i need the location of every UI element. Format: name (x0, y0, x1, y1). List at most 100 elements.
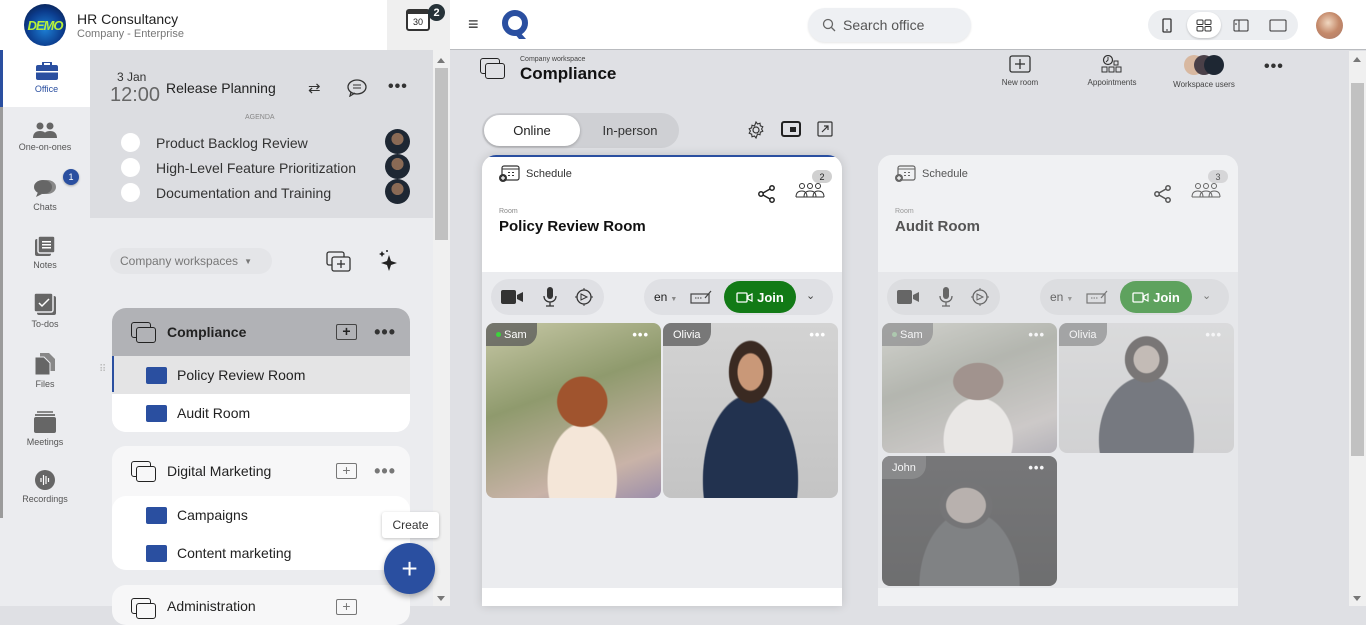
participant-tile-olivia[interactable]: Olivia ••• (663, 323, 838, 498)
participant-more-button[interactable]: ••• (632, 327, 649, 342)
settings-gear-icon[interactable] (747, 121, 765, 139)
room-item-policy-review[interactable]: Policy Review Room (112, 356, 410, 394)
rail-item-office[interactable]: Office (0, 50, 90, 107)
agenda-assignee-avatar (385, 154, 410, 179)
agenda-checkbox[interactable] (121, 183, 140, 202)
ai-sparkle-icon[interactable] (378, 249, 400, 273)
repeat-icon[interactable]: ⇄ (308, 79, 321, 97)
share-icon[interactable] (758, 185, 776, 203)
new-room-button[interactable]: New room (996, 55, 1044, 87)
room-title: Policy Review Room (499, 218, 646, 235)
workspace-header[interactable]: Administration + (112, 585, 410, 625)
participant-tile-sam[interactable]: Sam ••• (882, 323, 1057, 453)
popout-icon[interactable] (817, 121, 833, 137)
agenda-item[interactable]: Documentation and Training (112, 180, 412, 205)
workspace-more-button[interactable]: ••• (1264, 58, 1284, 76)
join-options-chevron-icon[interactable]: ⌄ (1202, 289, 1211, 302)
workspace-more-button[interactable]: ••• (374, 461, 396, 482)
add-workspace-icon[interactable] (326, 251, 351, 272)
join-button[interactable]: Join (724, 281, 796, 313)
participant-name: Sam (900, 328, 923, 341)
join-controls: en ▼ Join ⌄ (644, 279, 833, 315)
rail-item-files[interactable]: Files (0, 353, 90, 389)
tab-in-person[interactable]: In-person (582, 115, 678, 146)
scroll-up-arrow[interactable] (1353, 57, 1361, 62)
scroll-down-arrow[interactable] (437, 596, 445, 601)
company-logo: DEMO (24, 4, 66, 46)
agenda-item[interactable]: High-Level Feature Prioritization (112, 155, 412, 180)
rail-item-notes[interactable]: Notes (0, 236, 90, 270)
comment-icon[interactable] (347, 79, 367, 97)
agenda-checkbox[interactable] (121, 158, 140, 177)
effects-icon[interactable] (574, 287, 594, 307)
camera-icon[interactable] (897, 290, 919, 304)
participant-name-tag: Sam (486, 323, 537, 346)
rail-item-recordings[interactable]: Recordings (0, 470, 90, 504)
picture-in-picture-icon[interactable] (781, 121, 801, 137)
join-button[interactable]: Join (1120, 281, 1192, 313)
microphone-icon[interactable] (939, 287, 953, 307)
language-select[interactable]: en ▼ (654, 290, 677, 304)
rail-item-one-on-ones[interactable]: One-on-ones (0, 122, 90, 152)
participants-icon[interactable] (795, 182, 825, 198)
rail-item-meetings[interactable]: Meetings (0, 411, 90, 447)
meeting-title: Release Planning (166, 80, 276, 96)
join-options-chevron-icon[interactable]: ⌄ (806, 289, 815, 302)
workspace-header[interactable]: Digital Marketing + ••• (112, 446, 410, 496)
rail-item-chats[interactable]: Chats (0, 178, 90, 212)
layout-full-button[interactable] (1261, 12, 1295, 38)
captions-icon[interactable] (690, 290, 712, 304)
layout-mobile-button[interactable] (1150, 12, 1184, 38)
sidebar-scrollbar-thumb[interactable] (435, 68, 448, 240)
agenda-item[interactable]: Product Backlog Review (112, 130, 412, 155)
search-input[interactable]: Search office (808, 8, 971, 42)
mode-toggle: Online In-person (482, 113, 679, 148)
appointments-button[interactable]: Appointments (1084, 55, 1140, 87)
workspace-filter-dropdown[interactable]: Company workspaces ▼ (110, 248, 272, 274)
layout-sidebar-button[interactable] (1224, 12, 1258, 38)
tab-online[interactable]: Online (484, 115, 580, 146)
app-logo-icon[interactable] (502, 10, 529, 40)
language-select[interactable]: en ▼ (1050, 290, 1073, 304)
rail-label: One-on-ones (18, 142, 72, 152)
participant-tile-sam[interactable]: Sam ••• (486, 323, 661, 498)
room-item-audit[interactable]: Audit Room (112, 394, 410, 432)
rail-item-todos[interactable]: To-dos (0, 293, 90, 329)
user-avatar[interactable] (1316, 12, 1343, 39)
participant-more-button[interactable]: ••• (1028, 327, 1045, 342)
drag-handle-icon[interactable]: ⠿ (99, 365, 106, 375)
meeting-more-button[interactable]: ••• (388, 78, 408, 96)
add-room-button[interactable]: + (336, 324, 357, 340)
captions-icon[interactable] (1086, 290, 1108, 304)
workspace-header[interactable]: Compliance + ••• (112, 308, 410, 356)
create-button[interactable]: + (384, 543, 435, 594)
participant-tile-john[interactable]: John ••• (882, 456, 1057, 586)
participant-more-button[interactable]: ••• (809, 327, 826, 342)
camera-icon[interactable] (501, 290, 523, 304)
scroll-up-arrow[interactable] (437, 58, 445, 63)
room-caption: Room (895, 208, 914, 215)
schedule-button[interactable]: Schedule (498, 165, 572, 183)
agenda-checkbox[interactable] (121, 133, 140, 152)
room-item-campaigns[interactable]: Campaigns (112, 496, 410, 534)
participants-icon[interactable] (1191, 182, 1221, 198)
share-icon[interactable] (1154, 185, 1172, 203)
participant-tile-olivia[interactable]: Olivia ••• (1059, 323, 1234, 453)
layout-grid-button[interactable] (1187, 12, 1221, 38)
add-room-button[interactable]: + (336, 599, 357, 615)
participant-more-button[interactable]: ••• (1028, 460, 1045, 475)
room-item-content-marketing[interactable]: Content marketing (112, 534, 410, 570)
schedule-button[interactable]: Schedule (894, 165, 968, 183)
company-header[interactable]: DEMO HR Consultancy Company - Enterprise (0, 0, 387, 50)
caret-down-icon: ▼ (1066, 296, 1074, 303)
menu-icon[interactable]: ≡ (468, 14, 479, 35)
workspace-users-button[interactable]: Workspace users (1172, 55, 1236, 89)
scroll-down-arrow[interactable] (1353, 596, 1361, 601)
workspace-more-button[interactable]: ••• (374, 322, 396, 343)
calendar-icon[interactable]: 30 (406, 9, 430, 31)
add-room-button[interactable]: + (336, 463, 357, 479)
participant-more-button[interactable]: ••• (1205, 327, 1222, 342)
main-scrollbar-thumb[interactable] (1351, 83, 1364, 456)
microphone-icon[interactable] (543, 287, 557, 307)
effects-icon[interactable] (970, 287, 990, 307)
